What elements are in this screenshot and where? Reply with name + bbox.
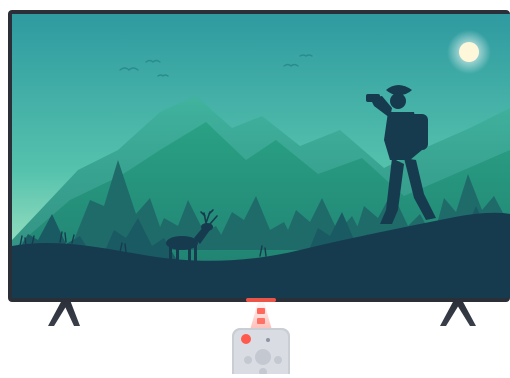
ir-sensor xyxy=(246,298,276,302)
tv-stand-left xyxy=(48,300,80,326)
remote-control-icon xyxy=(232,328,290,378)
remote-power-button xyxy=(241,334,251,344)
sun-icon xyxy=(447,30,491,74)
scene-illustration xyxy=(8,10,510,378)
tv-remote-scene xyxy=(0,0,510,378)
tv-stand-right xyxy=(440,300,476,326)
ir-beam xyxy=(250,302,272,330)
